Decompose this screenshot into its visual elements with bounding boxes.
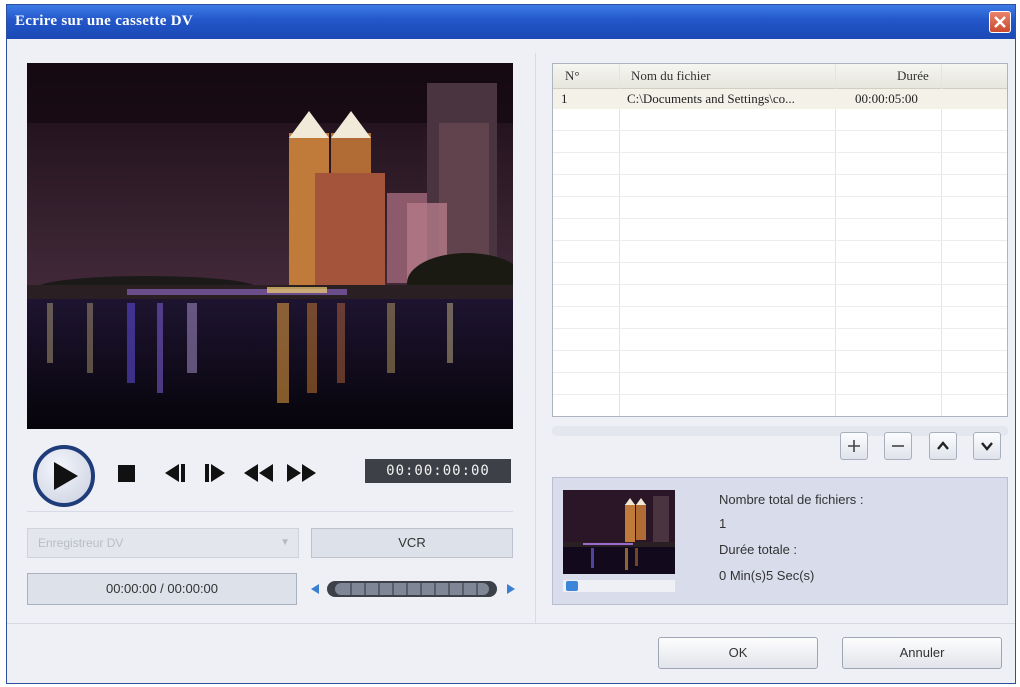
column-header-duration[interactable]: Durée xyxy=(897,68,929,84)
jog-shuttle-slider[interactable] xyxy=(311,577,515,601)
grid-line xyxy=(553,240,1007,241)
fast-forward-button[interactable] xyxy=(285,461,317,485)
grid-line xyxy=(553,130,1007,131)
night-city-preview-image xyxy=(27,63,513,429)
grid-line xyxy=(553,262,1007,263)
chevron-up-icon xyxy=(937,441,949,450)
shuttle-left-arrow-icon xyxy=(311,584,319,594)
next-frame-button[interactable] xyxy=(203,461,229,485)
chevron-down-icon xyxy=(981,442,993,451)
total-files-label: Nombre total de fichiers : xyxy=(719,492,864,507)
window-title: Ecrire sur une cassette DV xyxy=(15,13,194,29)
footer-divider xyxy=(7,623,1015,624)
stop-button[interactable] xyxy=(117,461,137,485)
move-up-button[interactable] xyxy=(929,432,957,460)
timecode-display: 00:00:00:00 xyxy=(365,459,511,483)
column-header-num[interactable]: N° xyxy=(565,68,580,84)
grid-line xyxy=(553,218,1007,219)
file-list[interactable]: N° Nom du fichier Durée 1 C:\Documents a… xyxy=(552,63,1008,417)
remove-file-button[interactable] xyxy=(884,432,912,460)
plus-icon xyxy=(848,440,860,452)
close-icon xyxy=(994,16,1006,28)
add-file-button[interactable] xyxy=(840,432,868,460)
play-icon xyxy=(54,462,78,490)
table-row[interactable]: 1 C:\Documents and Settings\co... 00:00:… xyxy=(553,89,1007,109)
shuttle-right-arrow-icon xyxy=(507,584,515,594)
vcr-button[interactable]: VCR xyxy=(311,528,513,558)
grid-line xyxy=(553,284,1007,285)
grid-line xyxy=(553,306,1007,307)
device-select-value: Enregistreur DV xyxy=(38,536,124,550)
divider xyxy=(27,511,513,512)
ok-button[interactable]: OK xyxy=(658,637,818,669)
position-display: 00:00:00 / 00:00:00 xyxy=(27,573,297,605)
column-header-name[interactable]: Nom du fichier xyxy=(631,68,710,84)
panel-divider xyxy=(535,53,536,623)
grid-line xyxy=(553,174,1007,175)
total-duration-label: Durée totale : xyxy=(719,542,798,557)
rewind-button[interactable] xyxy=(243,461,275,485)
file-list-header: N° Nom du fichier Durée xyxy=(553,64,1007,89)
close-button[interactable] xyxy=(989,11,1011,33)
minus-icon xyxy=(892,445,904,447)
title-bar: Ecrire sur une cassette DV xyxy=(7,5,1015,39)
total-files-value: 1 xyxy=(719,516,727,531)
grid-line xyxy=(553,328,1007,329)
previous-frame-button[interactable] xyxy=(161,461,187,485)
thumbnail-image xyxy=(563,490,675,574)
grid-line xyxy=(553,196,1007,197)
chevron-down-icon: ▼ xyxy=(280,537,290,548)
total-duration-value: 0 Min(s)5 Sec(s) xyxy=(719,568,815,583)
scrubber-knob[interactable] xyxy=(566,581,578,591)
info-panel: Nombre total de fichiers : 1 Durée total… xyxy=(552,477,1008,605)
dv-tape-dialog: Ecrire sur une cassette DV 00:00:00:00 E… xyxy=(6,4,1016,684)
grid-line xyxy=(553,152,1007,153)
cell-name: C:\Documents and Settings\co... xyxy=(627,91,795,106)
grid-line xyxy=(553,394,1007,395)
cell-num: 1 xyxy=(561,91,568,106)
device-select[interactable]: Enregistreur DV ▼ xyxy=(27,528,299,558)
video-preview xyxy=(27,63,513,429)
cell-duration: 00:00:05:00 xyxy=(855,91,918,106)
play-button[interactable] xyxy=(33,445,95,507)
grid-line xyxy=(553,350,1007,351)
thumbnail-scrubber[interactable] xyxy=(563,580,675,592)
move-down-button[interactable] xyxy=(973,432,1001,460)
grid-line xyxy=(553,372,1007,373)
cancel-button[interactable]: Annuler xyxy=(842,637,1002,669)
